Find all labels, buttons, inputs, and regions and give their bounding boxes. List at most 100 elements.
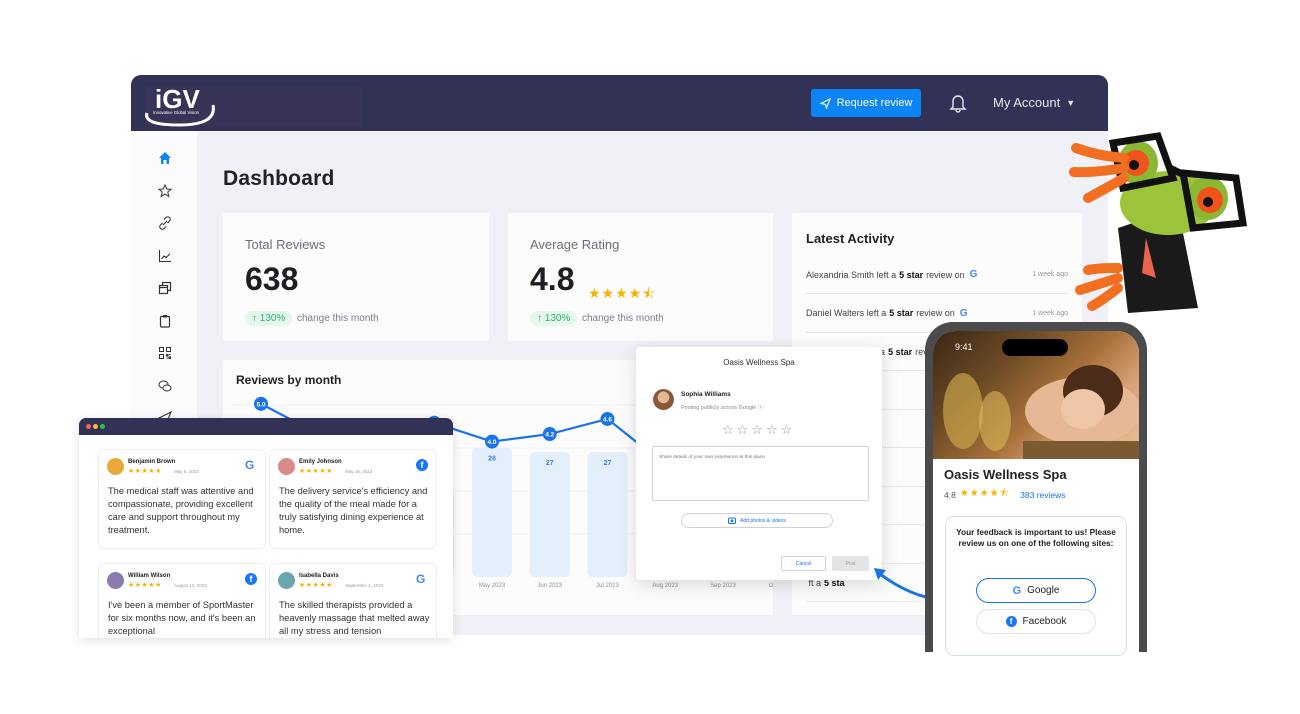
x-tick-label: Sep 2023 [710, 583, 736, 589]
total-reviews-label: Total Reviews [245, 237, 326, 252]
review-stars: ★★★★★ [128, 468, 162, 475]
total-reviews-value: 638 [245, 261, 299, 297]
x-tick-label: May 2023 [479, 583, 506, 589]
feedback-prompt: Your feedback is important to us! Please… [956, 527, 1116, 548]
review-text: The skilled therapists provided a heaven… [279, 600, 430, 636]
business-name: Oasis Wellness Spa [944, 467, 1067, 482]
review-date: May 28, 2023 [345, 469, 373, 474]
reviewer-name: Isabella Davis [299, 573, 339, 579]
bar-value-label: 28 [488, 455, 496, 462]
cancel-button[interactable]: Cancel [781, 556, 826, 571]
avatar [107, 458, 124, 475]
send-icon [819, 97, 831, 109]
logo-tagline: Innovative Global Vision [153, 110, 200, 115]
user-name: Sophia Williams [681, 391, 731, 398]
maximize-dot[interactable] [100, 424, 105, 429]
home-icon[interactable] [158, 151, 172, 165]
google-review-button[interactable]: G Google [976, 578, 1096, 603]
rating-stars: ★★★★⯪ [959, 488, 1011, 499]
star-rating-input[interactable]: ☆☆☆☆☆ [722, 422, 795, 438]
frog-mascot-illustration [1069, 132, 1248, 313]
windows-icon[interactable] [158, 281, 172, 295]
x-tick-label: Aug 2023 [652, 583, 678, 589]
avatar [278, 572, 295, 589]
link-icon[interactable] [158, 216, 172, 230]
rating-value: 4.8 [944, 489, 956, 500]
review-date: September 4, 2023 [345, 583, 384, 588]
star-icon[interactable] [158, 184, 172, 198]
dialog-title: Oasis Wellness Spa [723, 358, 795, 367]
my-account-menu[interactable]: My Account ▼ [993, 95, 1075, 110]
google-icon: G [959, 307, 968, 319]
change-badge: ↑ 130% [530, 311, 578, 326]
status-time: 9:41 [955, 342, 973, 352]
review-stars: ★★★★★ [299, 468, 333, 475]
review-stars: ★★★★★ [299, 582, 333, 589]
facebook-review-button[interactable]: f Facebook [976, 609, 1096, 634]
average-rating-card: Average Rating 4.8 ★★★★⯪ ↑ 130% change t… [508, 213, 773, 341]
total-reviews-card: Total Reviews 638 ↑ 130% change this mon… [223, 213, 489, 341]
activity-pre: left a [876, 269, 897, 280]
rating-point-label: 4.0 [487, 439, 496, 446]
rating-point-label: 4.6 [603, 416, 612, 423]
caret-down-icon: ▼ [1066, 97, 1076, 108]
activity-post: review on [916, 308, 955, 318]
clipboard-icon[interactable] [158, 314, 172, 328]
google-icon: G [416, 572, 426, 586]
google-icon: G [969, 269, 978, 280]
camera-icon [728, 517, 737, 524]
avatar [278, 458, 295, 475]
phone-mockup: 9:41 Oasis Wellness Spa 4.8 ★★★★⯪ 383 re… [925, 322, 1147, 661]
qr-code-icon[interactable] [158, 346, 172, 360]
bell-icon[interactable] [949, 93, 967, 113]
review-stars: ★★★★★ [128, 582, 162, 589]
x-tick-label: Jun 2023 [537, 583, 562, 589]
close-dot[interactable] [86, 424, 91, 429]
page-title: Dashboard [223, 167, 335, 190]
bar-value-label: 27 [604, 460, 612, 467]
facebook-icon: f [416, 459, 428, 471]
google-icon: G [245, 458, 255, 472]
reviewer-name: Alexandria Smith [806, 269, 875, 280]
chat-icon[interactable] [158, 379, 172, 393]
avatar [107, 572, 124, 589]
chart-icon[interactable] [158, 249, 172, 263]
rating-point-label: 4.2 [545, 432, 554, 439]
reviewer-name: Daniel Walters [806, 308, 865, 318]
minimize-dot[interactable] [93, 424, 98, 429]
star-rating-text: 5 star [899, 269, 924, 280]
review-date: August 12, 2023 [174, 583, 207, 588]
review-text-input[interactable] [652, 446, 869, 501]
spa-photo: 9:41 [933, 331, 1139, 459]
google-label: Google [1027, 585, 1060, 596]
review-card: Emily Johnson ★★★★★ May 28, 2023 f The deliv… [269, 449, 437, 549]
review-card: Benjamin Brown ★★★★★ May 6, 2023 G The medic… [98, 449, 266, 549]
google-icon: G [1012, 584, 1022, 597]
star-rating-text: 5 star [888, 346, 913, 357]
igv-logo[interactable]: iGV Innovative Global Vision [143, 81, 219, 127]
average-rating-label: Average Rating [530, 237, 620, 252]
rating-stars: ★★★★⯪ [588, 285, 657, 301]
activity-pre: left a [866, 308, 887, 318]
top-nav-bar: iGV Innovative Global Vision Request rev… [131, 75, 1108, 131]
change-text: change this month [582, 313, 664, 324]
reviewer-name: William Wilson [128, 573, 171, 579]
latest-activity-title: Latest Activity [806, 231, 895, 246]
review-count-link[interactable]: 383 reviews [1020, 490, 1065, 500]
post-button[interactable]: Post [832, 556, 869, 571]
request-review-label: Request review [836, 97, 913, 109]
review-text: The delivery service's efficiency and th… [279, 486, 428, 535]
reviewer-name: Benjamin Brown [128, 459, 176, 465]
activity-row[interactable]: Alexandria Smith left a5 star review on G 1… [806, 256, 1068, 294]
request-review-button[interactable]: Request review [811, 89, 921, 117]
x-tick-label: Jul 2023 [596, 583, 619, 589]
review-text: I've been a member of SportMaster for si… [108, 600, 256, 636]
bar [472, 447, 512, 577]
review-date: May 6, 2023 [174, 469, 199, 474]
change-badge: ↑ 130% [245, 311, 293, 326]
add-photos-button[interactable]: Add photos & videos [681, 513, 833, 528]
rating-point-label: 5.0 [256, 401, 265, 408]
reviewer-name: Emily Johnson [299, 459, 342, 465]
review-card: William Wilson ★★★★★ August 12, 2023 f I've … [98, 563, 266, 638]
star-rating-text: 5 star [889, 308, 914, 318]
